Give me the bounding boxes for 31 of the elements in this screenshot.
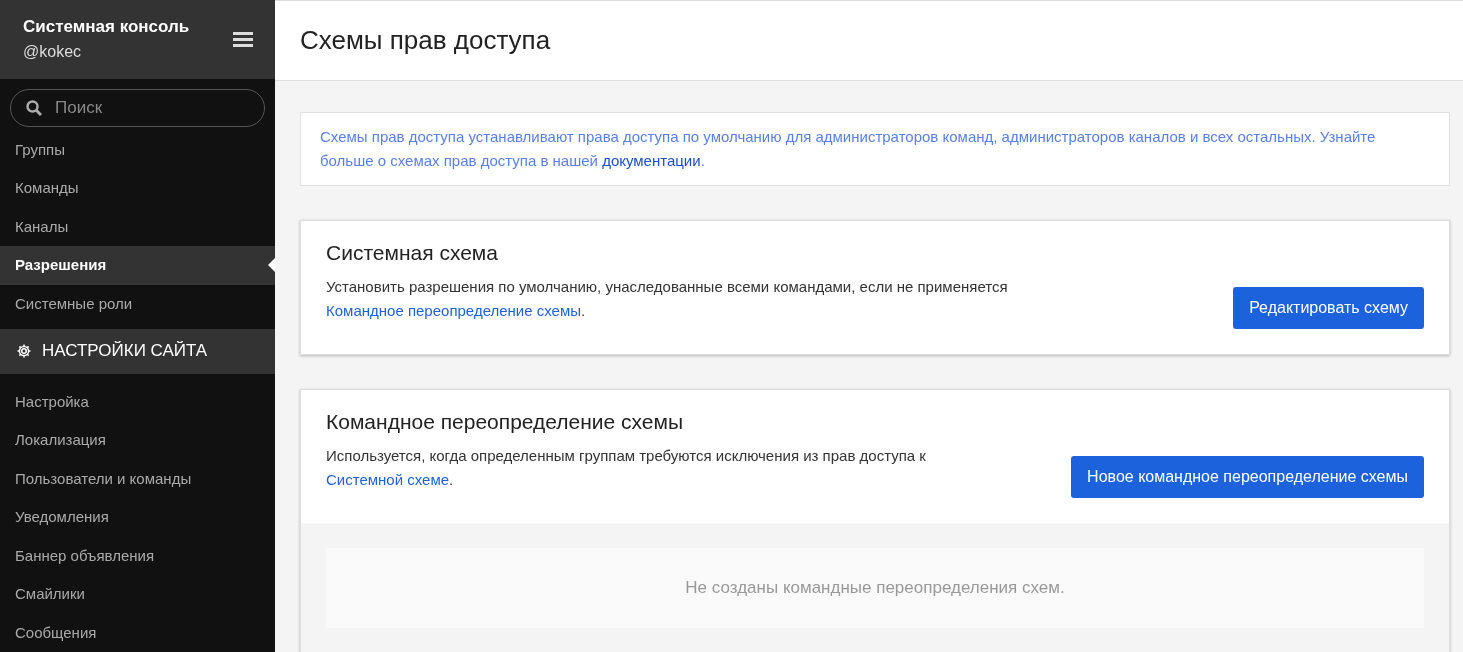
action-button[interactable]: Редактировать схему bbox=[1233, 287, 1424, 329]
search-field[interactable]: Поиск bbox=[10, 88, 265, 127]
card-description: Используется, когда определенным группам требуются исключения из прав доступа к Системной схеме. bbox=[326, 446, 927, 490]
section-title: НАСТРОЙКИ САЙТА bbox=[42, 341, 208, 362]
action-button[interactable]: Новое командное переопределение схемы bbox=[1071, 456, 1424, 498]
menu-icon[interactable] bbox=[233, 31, 253, 47]
sidebar-item[interactable]: Баннер объявления bbox=[0, 536, 275, 575]
search-icon bbox=[26, 99, 42, 116]
sidebar-item[interactable]: Уведомления bbox=[0, 498, 275, 537]
link[interactable]: Системной схеме bbox=[326, 471, 450, 488]
username: @kokec bbox=[23, 43, 82, 62]
page-title: Схемы прав доступа bbox=[300, 25, 551, 56]
card-title: Системная схема bbox=[326, 241, 499, 265]
banner-text: Схемы прав доступа устанавливают права доступа по умолчанию для администраторов команд, администраторов каналов и всех остальных. Узнайте больше о схемах прав доступа в нашей документации. bbox=[320, 127, 1377, 171]
sidebar-item[interactable]: Каналы bbox=[0, 207, 275, 247]
link[interactable]: Командное переопределение схемы bbox=[326, 302, 581, 319]
sidebar-item[interactable]: Системные роли bbox=[0, 284, 275, 324]
empty-message: Не созданы командные переопределения схем. bbox=[326, 548, 1424, 628]
sidebar-item[interactable]: Локализация bbox=[0, 421, 275, 460]
link[interactable]: документации bbox=[602, 152, 701, 169]
sidebar-item[interactable]: Команды bbox=[0, 169, 275, 208]
card-title: Командное переопределение схемы bbox=[326, 410, 684, 434]
card-description: Установить разрешения по умолчанию, унаследованные всеми командами, если не применяется Командное переопределение схемы. bbox=[326, 277, 1009, 321]
sidebar-item[interactable]: Пользователи и команды bbox=[0, 459, 275, 498]
gear-icon bbox=[16, 343, 32, 360]
sidebar-item[interactable]: Настройка bbox=[0, 382, 275, 421]
sidebar-item[interactable]: Разрешения bbox=[0, 246, 275, 285]
sidebar-item[interactable]: Сообщения bbox=[0, 613, 275, 652]
sidebar-item[interactable]: Смайлики bbox=[0, 575, 275, 614]
console-title: Системная консоль bbox=[23, 17, 190, 38]
sidebar-item[interactable]: Группы bbox=[0, 130, 275, 170]
